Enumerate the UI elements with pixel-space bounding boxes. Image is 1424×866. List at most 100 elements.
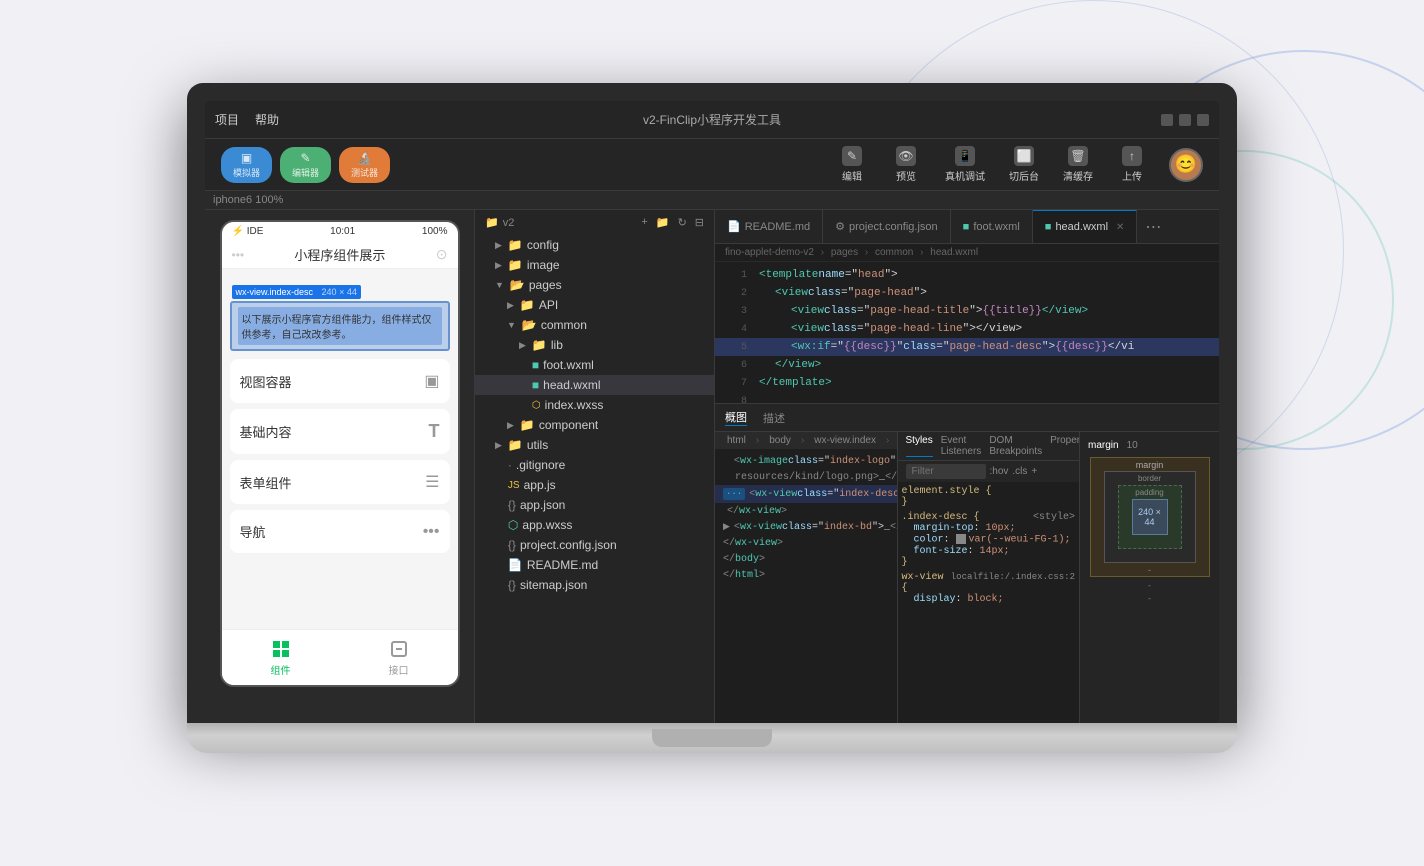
- box-side-vals: -: [1148, 594, 1151, 603]
- menu-item-help[interactable]: 帮助: [255, 111, 279, 128]
- phone-status-bar: ⚡ IDE 10:01 100%: [222, 222, 458, 241]
- styles-tab-properties[interactable]: Properties: [1050, 435, 1079, 457]
- tree-item-project-config[interactable]: ▶{} project.config.json: [475, 535, 714, 555]
- elem-tab-body[interactable]: body: [763, 434, 797, 447]
- toolbar-action-preview[interactable]: 👁 预览: [881, 142, 931, 187]
- tab-readme[interactable]: 📄 README.md: [715, 210, 823, 243]
- tree-item-gitignore[interactable]: ▶· .gitignore: [475, 455, 714, 475]
- styles-tab-styles[interactable]: Styles: [906, 435, 933, 457]
- style-rule-wx-view: wx-view { localfile:/.index.css:2 displa…: [902, 572, 1076, 605]
- tree-item-api[interactable]: ▶📁 API: [475, 295, 714, 315]
- tab-foot-wxml[interactable]: ■ foot.wxml: [951, 210, 1033, 243]
- phone-list-item-1[interactable]: 视图容器 ▣: [230, 359, 450, 403]
- html-line-1b: resources/kind/logo.png>_</wx-image>: [715, 469, 897, 485]
- code-line-4: 4 <view class="page-head-line"></view>: [715, 320, 1219, 338]
- styles-filter-input[interactable]: [906, 464, 986, 479]
- minimize-btn[interactable]: [1161, 114, 1173, 126]
- code-editor[interactable]: 1 <template name="head"> 2 <view class="…: [715, 262, 1219, 403]
- tree-item-readme[interactable]: ▶📄 README.md: [475, 555, 714, 575]
- tree-item-sitemap[interactable]: ▶{} sitemap.json: [475, 575, 714, 595]
- styles-tab-dom-breakpoints[interactable]: DOM Breakpoints: [989, 435, 1042, 457]
- phone-list-item-4[interactable]: 导航 •••: [230, 510, 450, 553]
- tree-item-foot-wxml[interactable]: ▶■ foot.wxml: [475, 355, 714, 375]
- code-line-1: 1 <template name="head">: [715, 266, 1219, 284]
- box-model-header: margin 10: [1088, 440, 1138, 451]
- new-folder-btn[interactable]: 📁: [656, 216, 670, 229]
- code-line-3: 3 <view class="page-head-title">{{title}…: [715, 302, 1219, 320]
- maximize-btn[interactable]: [1179, 114, 1191, 126]
- user-avatar[interactable]: 😊: [1169, 148, 1203, 182]
- toolbar-left: ▣ 模拟器 ✎ 编辑器 🔬 测试器: [221, 147, 390, 183]
- toolbar-action-clear-cache[interactable]: 🗑 清缓存: [1053, 142, 1103, 187]
- tab-project-config[interactable]: ⚙ project.config.json: [823, 210, 951, 243]
- ide-main: ⚡ IDE 10:01 100% ••• 小程序组件展示 ⊙: [205, 210, 1219, 723]
- box-bottom-vals: -: [1090, 565, 1210, 575]
- new-file-btn[interactable]: +: [641, 216, 647, 229]
- toolbar-btn-tester[interactable]: 🔬 测试器: [339, 147, 390, 183]
- html-line-5: </wx-view>: [715, 535, 897, 551]
- code-line-6: 6 </view>: [715, 356, 1219, 374]
- toolbar-action-edit[interactable]: ✎ 编辑: [827, 142, 877, 187]
- phone-list-item-3[interactable]: 表单组件 ☰: [230, 460, 450, 504]
- tree-item-utils[interactable]: ▶📁 utils: [475, 435, 714, 455]
- code-line-5: 5 <wx:if="{{desc}}" class="page-head-des…: [715, 338, 1219, 356]
- tree-item-app-js[interactable]: ▶JS app.js: [475, 475, 714, 495]
- devtools-tab-description[interactable]: 描述: [763, 410, 785, 426]
- styles-panel: Styles Event Listeners DOM Breakpoints P…: [897, 432, 1080, 723]
- tree-item-component[interactable]: ▶📁 component: [475, 415, 714, 435]
- refresh-btn[interactable]: ↻: [678, 216, 687, 229]
- laptop-bezel: 项目 帮助 v2-FinClip小程序开发工具 ▣ 模拟器: [187, 83, 1237, 723]
- box-content-layer: 240 × 44: [1132, 499, 1168, 535]
- toolbar-action-background[interactable]: ⬜ 切后台: [999, 142, 1049, 187]
- tree-item-config[interactable]: ▶📁 config: [475, 235, 714, 255]
- tree-item-index-wxss[interactable]: ▶⬡ index.wxss: [475, 395, 714, 415]
- styles-filter: :hov .cls +: [898, 461, 1080, 482]
- ide-titlebar: 项目 帮助 v2-FinClip小程序开发工具: [205, 101, 1219, 139]
- tree-item-app-wxss[interactable]: ▶⬡ app.wxss: [475, 515, 714, 535]
- filter-plus-btn[interactable]: +: [1031, 466, 1037, 477]
- tree-item-app-json[interactable]: ▶{} app.json: [475, 495, 714, 515]
- collapse-btn[interactable]: ⊟: [695, 216, 704, 229]
- close-btn[interactable]: [1197, 114, 1209, 126]
- filter-hov-btn[interactable]: :hov: [990, 466, 1009, 477]
- style-rule-index-desc: .index-desc { <style> margin-top: 10px; …: [902, 512, 1076, 568]
- tree-item-pages[interactable]: ▼📂 pages: [475, 275, 714, 295]
- phone-content: wx-view.index-desc 240 × 44 以下展示小程序官方组件能…: [222, 269, 458, 629]
- ide-toolbar: ▣ 模拟器 ✎ 编辑器 🔬 测试器 ✎ 编辑: [205, 139, 1219, 191]
- phone-nav-api[interactable]: 接口: [388, 638, 410, 677]
- filter-cls-btn[interactable]: .cls: [1012, 466, 1027, 477]
- tree-item-image[interactable]: ▶📁 image: [475, 255, 714, 275]
- elem-tab-html[interactable]: html: [721, 434, 752, 447]
- style-rule-element: element.style { }: [902, 486, 1076, 508]
- toolbar-action-upload[interactable]: ↑ 上传: [1107, 142, 1157, 187]
- menu-item-project[interactable]: 项目: [215, 111, 239, 128]
- toolbar-action-device-debug[interactable]: 📱 真机调试: [935, 142, 995, 187]
- box-diagram: margin border padding: [1090, 457, 1210, 577]
- toolbar-btn-simulator[interactable]: ▣ 模拟器: [221, 147, 272, 183]
- devtools-html: ▶ <wx-image class="index-logo" src="../r…: [715, 449, 897, 723]
- devtools-tab-diagram[interactable]: 概图: [725, 409, 747, 426]
- more-tabs-btn[interactable]: ⋯: [1137, 217, 1169, 237]
- laptop-screen: 项目 帮助 v2-FinClip小程序开发工具 ▣ 模拟器: [205, 101, 1219, 723]
- box-model-tab-margin[interactable]: margin: [1088, 440, 1119, 451]
- tab-head-wxml[interactable]: ■ head.wxml ✕: [1033, 210, 1138, 243]
- html-line-1: ▶ <wx-image class="index-logo" src="../r…: [715, 453, 897, 469]
- tree-item-lib[interactable]: ▶📁 lib: [475, 335, 714, 355]
- menu-items: 项目 帮助: [215, 111, 279, 128]
- styles-rules: element.style { } .index-desc { <style>: [898, 482, 1080, 723]
- laptop-outer: 项目 帮助 v2-FinClip小程序开发工具 ▣ 模拟器: [187, 83, 1237, 783]
- code-line-7: 7 </template>: [715, 374, 1219, 392]
- tree-item-head-wxml[interactable]: ▶■ head.wxml: [475, 375, 714, 395]
- phone-panel: ⚡ IDE 10:01 100% ••• 小程序组件展示 ⊙: [205, 210, 475, 723]
- phone-highlight-label: wx-view.index-desc 240 × 44: [232, 285, 361, 299]
- code-line-2: 2 <view class="page-head">: [715, 284, 1219, 302]
- elem-tab-wx-view-index[interactable]: wx-view.index: [808, 434, 882, 447]
- phone-mockup: ⚡ IDE 10:01 100% ••• 小程序组件展示 ⊙: [220, 220, 460, 687]
- toolbar-btn-editor[interactable]: ✎ 编辑器: [280, 147, 331, 183]
- tree-item-common[interactable]: ▼📂 common: [475, 315, 714, 335]
- styles-tab-event-listeners[interactable]: Event Listeners: [941, 435, 982, 457]
- phone-nav-components[interactable]: 组件: [270, 638, 292, 677]
- element-path-tabs: html › body › wx-view.index › wx-view.in…: [715, 432, 897, 449]
- phone-title-bar: ••• 小程序组件展示 ⊙: [222, 241, 458, 269]
- phone-list-item-2[interactable]: 基础内容 T: [230, 409, 450, 454]
